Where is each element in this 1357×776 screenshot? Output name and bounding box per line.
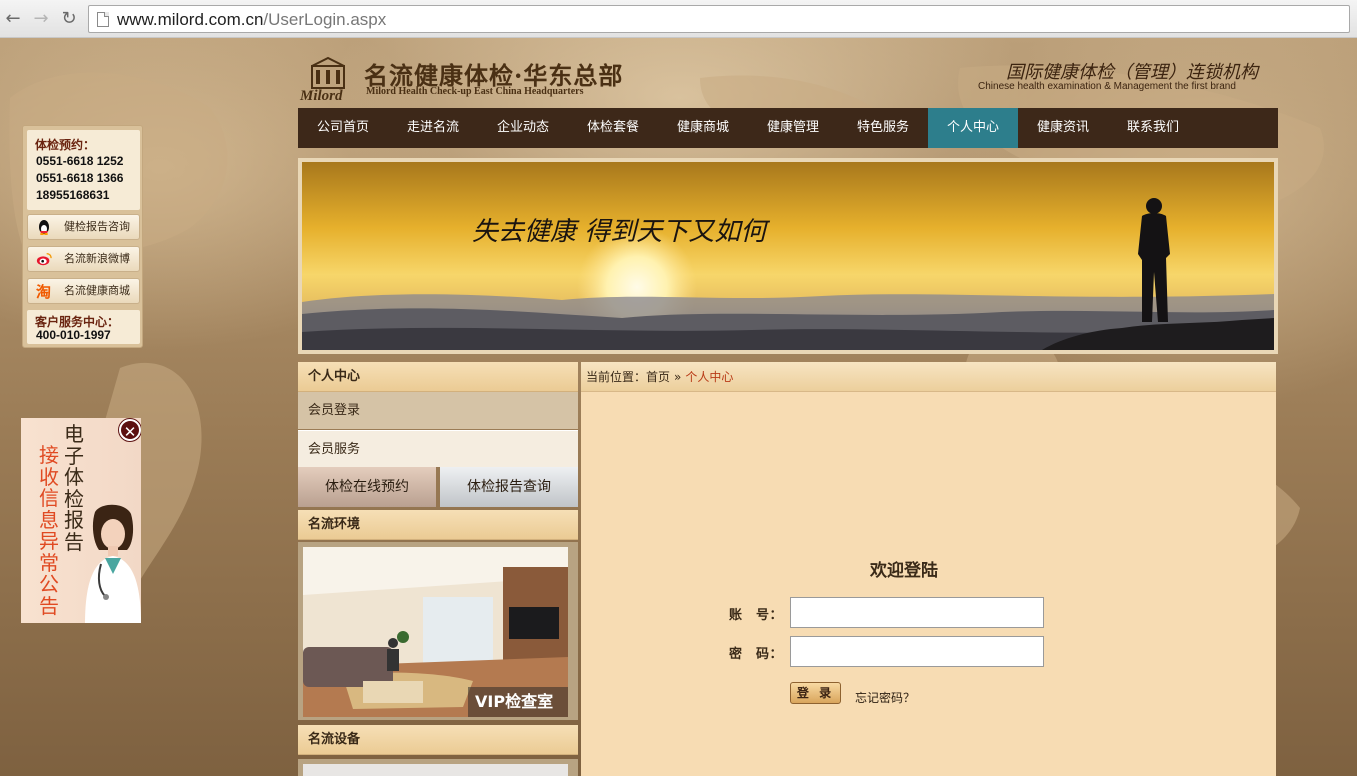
url-text: www.milord.com.cn/UserLogin.aspx [117,10,387,29]
main-content: 当前位置：首页 » 个人中心 欢迎登陆 账 号： 密 码： 登 录 忘记密码？ [581,362,1276,776]
sidebar-item-member-login[interactable]: 会员登录 [298,392,578,429]
back-icon[interactable]: ← [2,8,24,30]
report-consult-label: 健检报告咨询 [64,220,130,233]
forgot-password-link[interactable]: 忘记密码？ [855,689,915,706]
health-mall-button[interactable]: 淘 名流健康商城 [27,278,140,304]
booking-phone-3: 18955168631 [36,188,110,202]
sidebar-title: 个人中心 [298,362,578,392]
breadcrumb-separator: » [674,370,682,384]
logo-subtitle: Milord Health Check-up East China Headqu… [366,86,584,97]
breadcrumb-prefix: 当前位置： [586,370,647,384]
equipment-title: 名流设备 [298,725,578,755]
forward-icon[interactable]: → [30,8,52,30]
banner-calligraphy: 失去健康 得到天下又如何 [472,217,770,247]
sidebar-item-member-service[interactable]: 会员服务 [298,430,578,467]
nav-item-services[interactable]: 特色服务 [838,108,928,148]
environment-photo[interactable]: VIP检查室 [298,542,578,720]
weibo-label: 名流新浪微博 [64,252,130,265]
address-bar[interactable]: www.milord.com.cn/UserLogin.aspx [88,5,1350,33]
page-icon [97,12,109,27]
svg-text:Milord: Milord [299,88,343,104]
report-consult-button[interactable]: 健检报告咨询 [27,214,140,240]
health-mall-label: 名流健康商城 [64,284,130,297]
login-title: 欢迎登陆 [870,561,938,581]
logo-emblem-icon: Milord [299,56,345,104]
password-input[interactable] [790,636,1044,667]
slogan-subtitle: Chinese health examination & Management … [978,81,1236,92]
report-query-button[interactable]: 体检报告查询 [440,467,578,507]
sunrise-banner-image: 失去健康 得到天下又如何 [302,162,1274,350]
site-logo[interactable]: Milord 名流健康体检·华东总部 Milord Health Check-u… [298,54,658,106]
nav-item-about[interactable]: 走进名流 [388,108,478,148]
breadcrumb: 当前位置：首页 » 个人中心 [581,362,1276,392]
equipment-image [303,764,568,776]
nav-item-management[interactable]: 健康管理 [748,108,838,148]
page-body: Milord 名流健康体检·华东总部 Milord Health Check-u… [0,38,1357,776]
breadcrumb-home-link[interactable]: 首页 [646,370,670,384]
booking-phone-2: 0551-6618 1366 [36,171,124,185]
breadcrumb-current: 个人中心 [685,370,734,384]
customer-service-box: 客户服务中心： 400-010-1997 [27,310,140,344]
nav-item-packages[interactable]: 体检套餐 [568,108,658,148]
close-ad-icon[interactable]: ✕ [119,419,141,441]
contact-panel: 体检预约： 0551-6618 1252 0551-6618 1366 1895… [22,125,143,348]
svg-text:淘: 淘 [36,283,51,299]
qq-penguin-icon [39,220,49,235]
booking-phone-box: 体检预约： 0551-6618 1252 0551-6618 1366 1895… [27,130,140,210]
taobao-icon: 淘 [36,283,51,299]
main-nav: 公司首页 走进名流 企业动态 体检套餐 健康商城 健康管理 特色服务 个人中心 … [298,108,1278,148]
online-booking-button[interactable]: 体检在线预约 [298,467,436,507]
booking-phone-1: 0551-6618 1252 [36,154,124,168]
sidebar: 个人中心 会员登录 会员服务 体检在线预约 体检报告查询 名流环境 VIP检查室 [298,362,578,776]
nav-item-info[interactable]: 健康资讯 [1018,108,1108,148]
weibo-button[interactable]: 名流新浪微博 [27,246,140,272]
equipment-photo[interactable] [298,759,578,776]
weibo-icon [36,253,52,266]
account-input[interactable] [790,597,1044,628]
hero-banner: 失去健康 得到天下又如何 [298,158,1278,354]
nav-item-personal-center[interactable]: 个人中心 [928,108,1018,148]
login-button[interactable]: 登 录 [790,682,841,704]
nav-item-contact[interactable]: 联系我们 [1108,108,1198,148]
booking-phone-title: 体检预约： [35,138,96,152]
nav-item-home[interactable]: 公司首页 [298,108,388,148]
nav-item-news[interactable]: 企业动态 [478,108,568,148]
environment-title: 名流环境 [298,510,578,540]
vip-room-image: VIP检查室 [303,547,568,717]
notice-ad[interactable]: 电子体检报告 接收信息异常公告 ✕ [21,418,141,623]
ad-text-notice: 接收信息异常公告 [39,443,59,618]
reload-icon[interactable]: ↻ [58,8,80,30]
browser-toolbar: ← → ↻ www.milord.com.cn/UserLogin.aspx [0,0,1357,38]
nav-item-mall[interactable]: 健康商城 [658,108,748,148]
password-label: 密 码： [729,647,784,662]
env-photo-caption: VIP检查室 [475,692,553,711]
account-label: 账 号： [729,608,784,623]
customer-service-phone: 400-010-1997 [36,328,111,342]
nurse-illustration [85,504,141,623]
